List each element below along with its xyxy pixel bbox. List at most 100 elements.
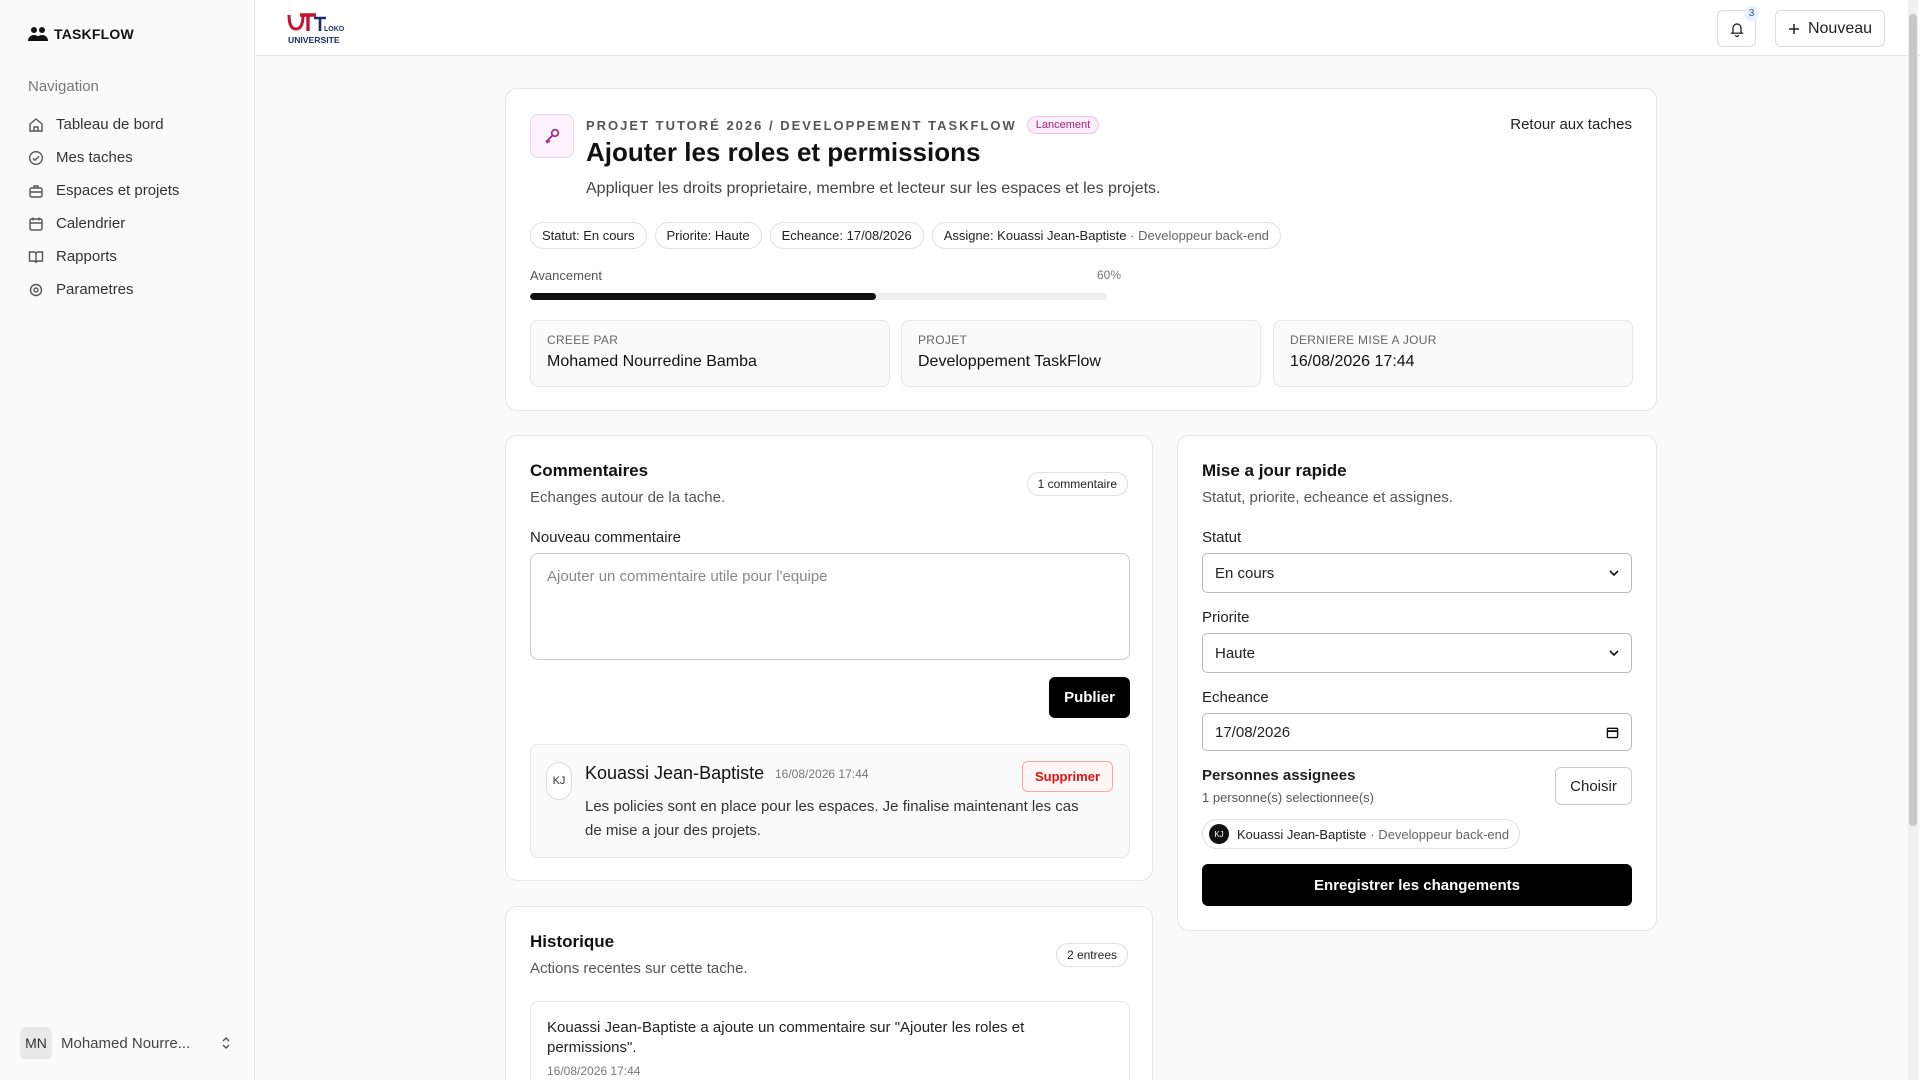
topbar: LOKO UNIVERSITE 3 Nouveau <box>256 0 1920 56</box>
meta-label: PROJET <box>918 333 968 347</box>
meta-last-update: DERNIERE MISE A JOUR 16/08/2026 17:44 <box>1273 320 1633 387</box>
user-menu[interactable]: MN Mohamed Nourre... <box>20 1026 232 1060</box>
save-changes-button[interactable]: Enregistrer les changements <box>1202 864 1632 906</box>
nav-title: Navigation <box>28 78 99 95</box>
chevron-up-down-icon <box>220 1036 232 1050</box>
status-select[interactable]: En cours <box>1202 553 1632 593</box>
book-open-icon <box>28 249 44 265</box>
calendar-icon <box>28 216 44 232</box>
notification-badge: 3 <box>1744 6 1759 21</box>
comments-card: Commentaires Echanges autour de la tache… <box>505 435 1153 881</box>
user-name: Mohamed Nourre... <box>61 1034 191 1052</box>
status-chip: Statut: En cours <box>530 222 647 249</box>
breadcrumb: PROJET TUTORÉ 2026 / DEVELOPPEMENT TASKF… <box>586 116 1100 134</box>
history-card: Historique Actions recentes sur cette ta… <box>505 906 1153 1080</box>
quick-update-title: Mise a jour rapide <box>1202 461 1347 480</box>
new-comment-label: Nouveau commentaire <box>530 529 681 546</box>
task-description: Appliquer les droits proprietaire, membr… <box>586 180 1161 197</box>
history-date: 16/08/2026 17:44 <box>547 1064 641 1078</box>
history-title: Historique <box>530 932 615 951</box>
progress-value: 60% <box>1096 268 1121 282</box>
meta-project: PROJET Developpement TaskFlow <box>901 320 1261 387</box>
progress-bar-fill <box>530 293 877 300</box>
briefcase-icon <box>28 183 44 199</box>
avatar: KJ <box>546 762 572 800</box>
chevron-down-icon <box>1609 650 1619 656</box>
meta-label: CREEE PAR <box>547 333 619 347</box>
assigned-count: 1 personne(s) selectionnee(s) <box>1202 790 1374 805</box>
progress-bar <box>530 293 1107 300</box>
university-logo: LOKO UNIVERSITE <box>286 12 346 46</box>
calendar-icon <box>1606 726 1619 739</box>
history-item: Kouassi Jean-Baptiste a ajoute un commen… <box>530 1001 1130 1080</box>
meta-label: DERNIERE MISE A JOUR <box>1290 333 1437 347</box>
new-comment-textarea[interactable]: Ajouter un commentaire utile pour l'equi… <box>530 553 1130 660</box>
back-to-tasks-link[interactable]: Retour aux taches <box>1510 116 1632 133</box>
comments-title: Commentaires <box>530 461 649 480</box>
task-chips: Statut: En cours Priorite: Haute Echeanc… <box>530 222 1281 249</box>
meta-value: Developpement TaskFlow <box>918 353 1101 370</box>
sidebar-item-reports[interactable]: Rapports <box>28 240 179 273</box>
svg-text:LOKO: LOKO <box>324 26 345 33</box>
sidebar-nav: Tableau de bord Mes taches Espaces et pr… <box>28 108 179 306</box>
sidebar-item-dashboard[interactable]: Tableau de bord <box>28 108 179 141</box>
priority-chip: Priorite: Haute <box>654 222 762 249</box>
due-date-chip: Echeance: 17/08/2026 <box>769 222 924 249</box>
avatar: KJ <box>1209 824 1229 844</box>
publish-button[interactable]: Publier <box>1049 677 1130 718</box>
meta-created-by: CREEE PAR Mohamed Nourredine Bamba <box>530 320 890 387</box>
history-subtitle: Actions recentes sur cette tache. <box>530 960 748 977</box>
sidebar-item-label: Parametres <box>56 281 134 298</box>
delete-comment-button[interactable]: Supprimer <box>1021 761 1113 792</box>
assigned-label: Personnes assignees <box>1202 767 1356 784</box>
status-select-value: En cours <box>1215 564 1275 582</box>
due-date-value: 17/08/2026 <box>1215 723 1291 741</box>
comments-subtitle: Echanges autour de la tache. <box>530 489 726 506</box>
priority-select[interactable]: Haute <box>1202 633 1632 673</box>
history-text: Kouassi Jean-Baptiste a ajoute un commen… <box>547 1019 1025 1056</box>
page-title: Ajouter les roles et permissions <box>586 137 981 167</box>
comment-date: 16/08/2026 17:44 <box>775 767 869 781</box>
avatar: MN <box>20 1027 52 1059</box>
sidebar-item-label: Mes taches <box>56 149 133 166</box>
sidebar-item-label: Tableau de bord <box>56 116 164 133</box>
comment-item: KJ Kouassi Jean-Baptiste 16/08/2026 17:4… <box>530 744 1130 858</box>
assignee-chip[interactable]: KJ Kouassi Jean-Baptiste · Developpeur b… <box>1202 819 1521 849</box>
meta-value: 16/08/2026 17:44 <box>1290 353 1415 370</box>
sidebar-item-my-tasks[interactable]: Mes taches <box>28 141 179 174</box>
plus-icon <box>1788 23 1800 35</box>
sidebar-item-spaces[interactable]: Espaces et projets <box>28 174 179 207</box>
notifications-button[interactable]: 3 <box>1717 6 1759 47</box>
due-date-input[interactable]: 17/08/2026 <box>1202 713 1632 751</box>
brand-name: TASKFLOW <box>54 26 134 42</box>
comments-count-badge: 1 commentaire <box>1026 472 1128 496</box>
sidebar: TASKFLOW Navigation Tableau de bord Mes … <box>0 0 255 1080</box>
priority-select-value: Haute <box>1215 644 1256 662</box>
task-header-card: PROJET TUTORÉ 2026 / DEVELOPPEMENT TASKF… <box>505 88 1657 411</box>
bell-icon <box>1729 21 1745 37</box>
sidebar-item-label: Calendrier <box>56 215 126 232</box>
sidebar-item-label: Espaces et projets <box>56 182 180 199</box>
sidebar-item-settings[interactable]: Parametres <box>28 273 179 306</box>
key-icon <box>530 114 574 158</box>
svg-text:UNIVERSITE: UNIVERSITE <box>288 35 340 45</box>
assignee-chip-name: Assigne: Kouassi Jean-Baptiste <box>943 228 1127 243</box>
chevron-down-icon <box>1609 570 1619 576</box>
assignee-role: · Developpeur back-end <box>1370 826 1510 842</box>
brand[interactable]: TASKFLOW <box>28 26 134 42</box>
team-icon <box>28 26 48 42</box>
scrollbar-thumb[interactable] <box>1909 14 1917 826</box>
history-count-badge: 2 entrees <box>1055 943 1128 967</box>
assignee-chip-role: · Developpeur back-end <box>1130 228 1269 243</box>
home-icon <box>28 117 44 133</box>
sidebar-item-label: Rapports <box>56 248 117 265</box>
meta-value: Mohamed Nourredine Bamba <box>547 353 757 370</box>
sidebar-item-calendar[interactable]: Calendrier <box>28 207 179 240</box>
due-date-label: Echeance <box>1202 689 1269 706</box>
assignee-name: Kouassi Jean-Baptiste <box>1237 826 1367 842</box>
status-label: Statut <box>1202 529 1242 546</box>
breadcrumb-text: PROJET TUTORÉ 2026 / DEVELOPPEMENT TASKF… <box>586 117 1017 133</box>
new-button[interactable]: Nouveau <box>1775 10 1885 47</box>
assignee-chip: Assigne: Kouassi Jean-Baptiste · Develop… <box>931 222 1281 249</box>
choose-assignees-button[interactable]: Choisir <box>1555 767 1632 805</box>
